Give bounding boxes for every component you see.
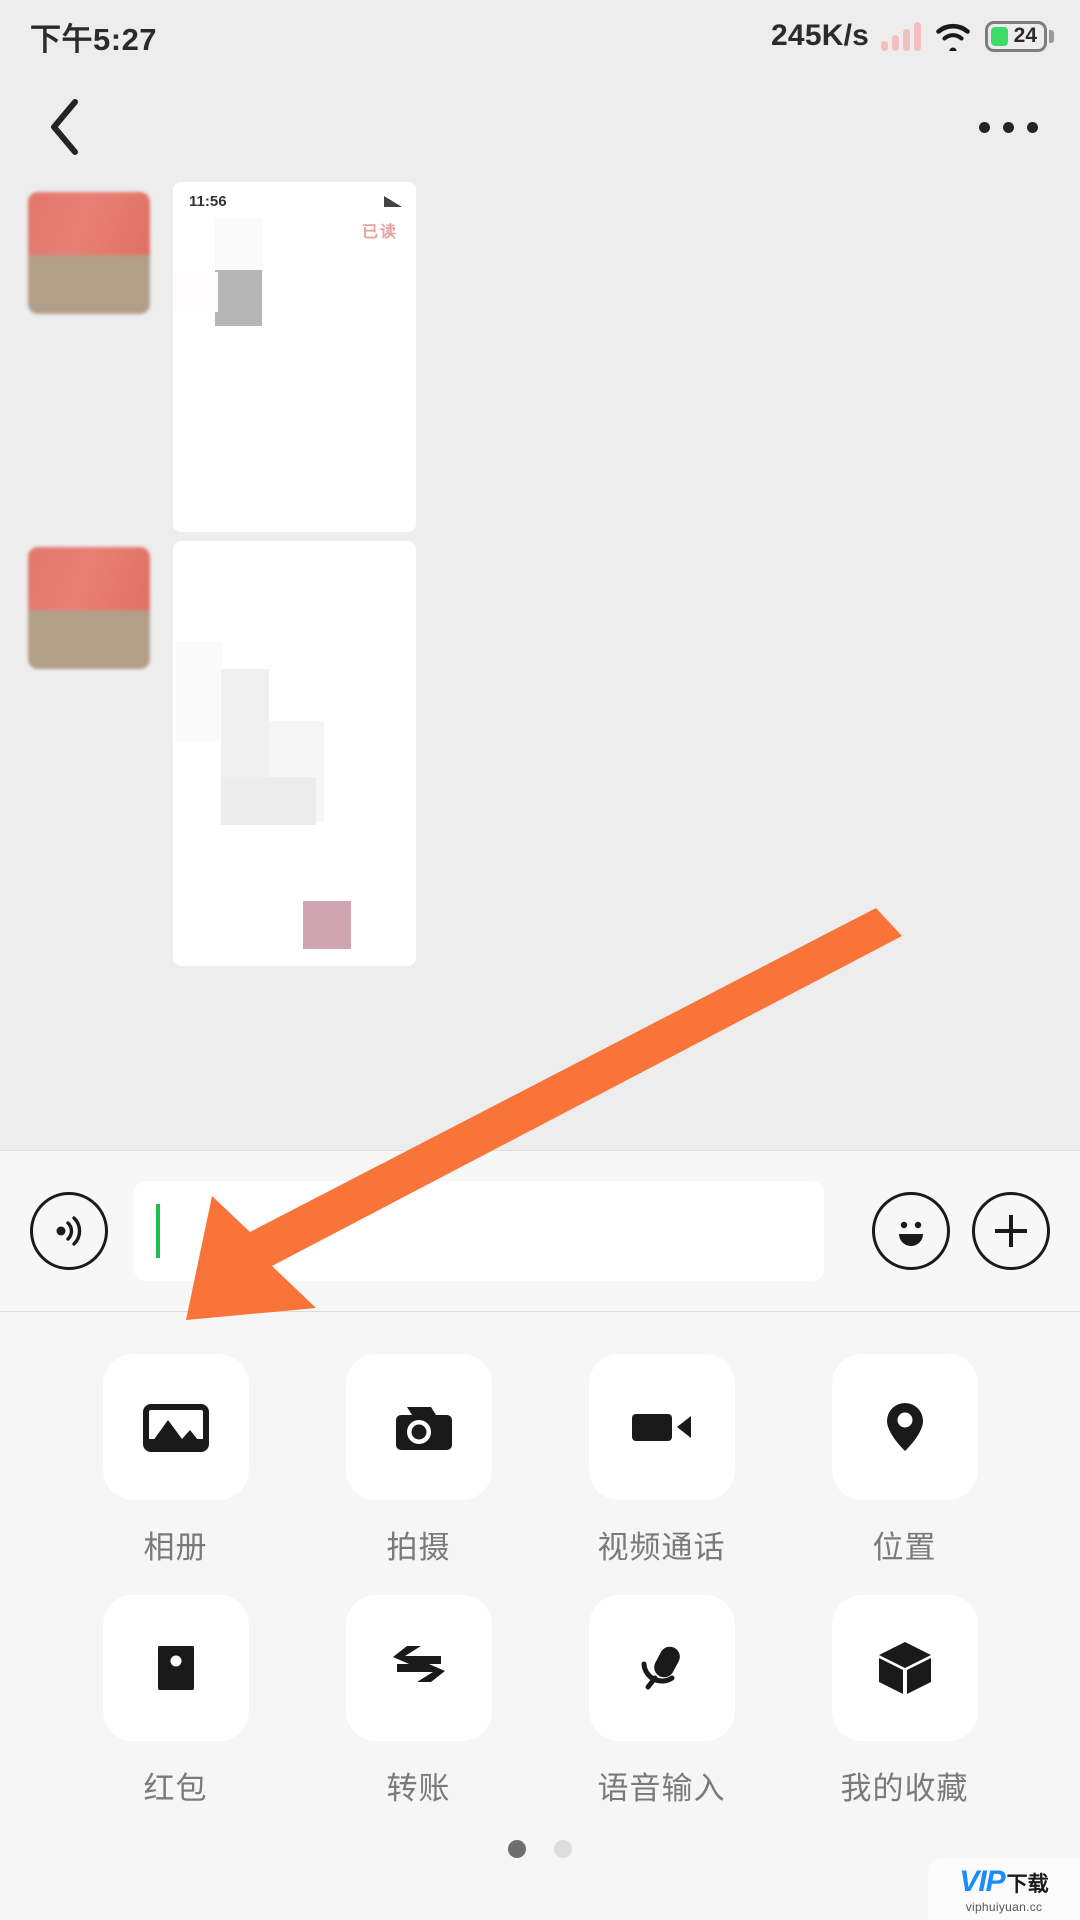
status-bar: 下午5:27 245K/s 24 xyxy=(0,0,1080,72)
photo-album-icon xyxy=(142,1404,209,1452)
chevron-left-icon xyxy=(51,99,78,155)
video-call-tile[interactable] xyxy=(588,1354,735,1500)
album-tile[interactable] xyxy=(102,1354,249,1500)
video-call-icon xyxy=(631,1414,691,1441)
function-panel: 相册 拍摄 视频通话 位置 红包 转账 语音输入 我的收藏 xyxy=(0,1312,1080,1920)
function-item-camera[interactable]: 拍摄 xyxy=(297,1354,540,1567)
function-item-red-packet[interactable]: 红包 xyxy=(54,1595,297,1808)
status-time: 下午5:27 xyxy=(30,21,158,57)
function-label: 拍摄 xyxy=(386,1530,451,1565)
battery-level-text: 24 xyxy=(1013,24,1037,47)
embedded-badge: 已读 xyxy=(361,224,398,241)
function-grid: 相册 拍摄 视频通话 位置 红包 转账 语音输入 我的收藏 xyxy=(0,1312,1080,1808)
function-label: 我的收藏 xyxy=(840,1771,969,1806)
function-item-favorites[interactable]: 我的收藏 xyxy=(783,1595,1026,1808)
signal-bars-icon xyxy=(881,21,921,51)
function-item-album[interactable]: 相册 xyxy=(54,1354,297,1567)
plus-icon xyxy=(995,1215,1027,1247)
embedded-screenshot-statusbar: 11:56 xyxy=(173,182,416,212)
function-label: 红包 xyxy=(143,1771,208,1806)
avatar[interactable] xyxy=(28,547,150,669)
location-tile[interactable] xyxy=(831,1354,978,1500)
camera-tile[interactable] xyxy=(345,1354,492,1500)
chat-message[interactable]: 11:56 已读 xyxy=(28,182,416,532)
page-dot-active[interactable] xyxy=(508,1840,526,1858)
more-options-button[interactable] xyxy=(979,121,1038,133)
function-label: 相册 xyxy=(143,1530,208,1565)
more-dot xyxy=(1003,121,1014,133)
favorites-tile[interactable] xyxy=(831,1595,978,1741)
function-label: 位置 xyxy=(872,1530,937,1565)
voice-input-icon xyxy=(56,1216,82,1246)
page-dot-inactive[interactable] xyxy=(554,1840,572,1858)
back-button[interactable] xyxy=(10,72,120,182)
camera-icon xyxy=(395,1407,452,1450)
transfer-icon xyxy=(392,1646,445,1682)
watermark-url: viphuiyuan.cc xyxy=(965,1899,1043,1914)
microphone-icon xyxy=(641,1646,680,1690)
function-item-location[interactable]: 位置 xyxy=(783,1354,1026,1567)
more-functions-button[interactable] xyxy=(972,1192,1050,1270)
voice-input-button[interactable] xyxy=(30,1192,108,1270)
more-dot xyxy=(979,121,990,133)
embedded-screenshot-time: 11:56 xyxy=(189,193,227,210)
red-packet-tile[interactable] xyxy=(102,1595,249,1741)
function-item-voice-input[interactable]: 语音输入 xyxy=(540,1595,783,1808)
favorites-cube-icon xyxy=(878,1642,931,1694)
embedded-signal-icon xyxy=(384,196,402,207)
page-indicator xyxy=(0,1840,1080,1858)
transfer-tile[interactable] xyxy=(345,1595,492,1741)
emoji-button[interactable] xyxy=(872,1192,950,1270)
watermark: VIP 下载 viphuiyuan.cc xyxy=(928,1858,1080,1920)
voice-input-tile[interactable] xyxy=(588,1595,735,1741)
message-input-bar xyxy=(0,1150,1080,1312)
watermark-logo-vip: VIP xyxy=(959,1864,1005,1898)
avatar[interactable] xyxy=(28,192,150,314)
location-pin-icon xyxy=(886,1403,923,1451)
chat-message[interactable] xyxy=(28,541,416,966)
phone-screen: 下午5:27 245K/s 24 11:56 已读 相册 拍摄 视频通话 位置 … xyxy=(0,0,1080,1920)
function-item-transfer[interactable]: 转账 xyxy=(297,1595,540,1808)
wifi-icon xyxy=(933,21,973,55)
status-icons: 245K/s 24 xyxy=(771,19,1054,55)
message-image-bubble[interactable]: 11:56 已读 xyxy=(173,182,416,532)
more-dot xyxy=(1027,121,1038,133)
message-image-bubble[interactable] xyxy=(173,541,416,966)
emoji-icon xyxy=(899,1221,923,1246)
function-label: 语音输入 xyxy=(597,1771,726,1806)
function-item-video-call[interactable]: 视频通话 xyxy=(540,1354,783,1567)
message-text-input[interactable] xyxy=(134,1181,824,1281)
navigation-bar xyxy=(0,72,1080,182)
chat-message-list[interactable]: 11:56 已读 xyxy=(0,182,1080,1150)
red-packet-icon xyxy=(157,1646,194,1690)
watermark-logo-download: 下载 xyxy=(1006,1872,1049,1896)
text-cursor xyxy=(156,1204,160,1258)
function-label: 视频通话 xyxy=(597,1530,726,1565)
function-label: 转账 xyxy=(386,1771,451,1806)
battery-icon: 24 xyxy=(985,20,1054,52)
network-speed-text: 245K/s xyxy=(771,19,869,52)
